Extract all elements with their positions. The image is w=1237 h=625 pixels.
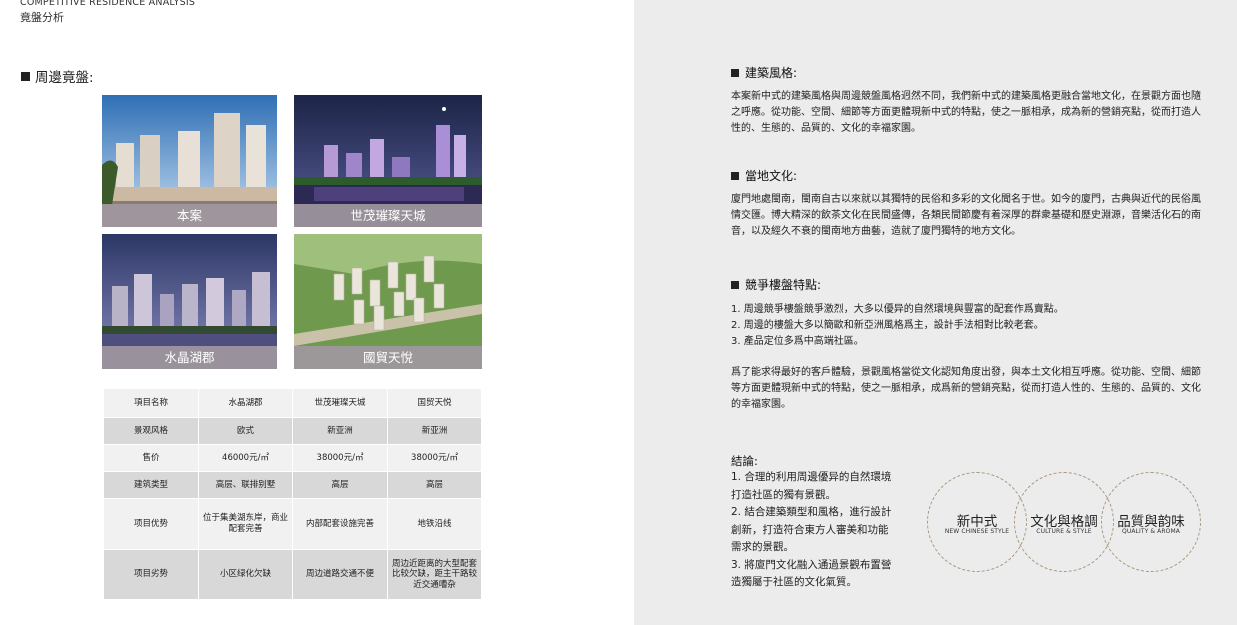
- table-row: 项目劣势 小区绿化欠缺 周边道路交通不便 周边近距离的大型配套比较欠缺，距主干路…: [103, 549, 482, 600]
- table-cell: 项目优势: [103, 498, 199, 550]
- concept-circle-quality-aroma: 品質與韵味 QUALITY & AROMA: [1101, 472, 1201, 572]
- table-header-row: 項目名称 水晶湖郡 世茂璀璨天城 国贸天悦: [103, 388, 482, 418]
- section-title-text: 周邊竟盤:: [35, 70, 94, 86]
- paragraph-architecture-style: 本案新中式的建築風格與周邊競盤風格迥然不同，我們新中式的建築風格更融合當地文化，…: [731, 91, 1201, 134]
- table-row: 项目优势 位于集美湖东岸，商业配套完善 内部配套设施完善 地铁沿线: [103, 498, 482, 550]
- comparison-table: 項目名称 水晶湖郡 世茂璀璨天城 国贸天悦 景观风格 欧式 新亚洲 新亚洲 售价…: [103, 388, 482, 600]
- square-bullet-icon: [731, 171, 739, 180]
- table-header-cell: 国贸天悦: [387, 388, 482, 418]
- list-item: 1. 周邊競爭樓盤競爭激烈，大多以優异的自然環境與豐富的配套作爲賣點。: [731, 304, 1064, 315]
- table-header-cell: 世茂璀璨天城: [292, 388, 388, 418]
- heading-local-culture: 當地文化:: [731, 167, 797, 184]
- table-cell: 小区绿化欠缺: [198, 549, 293, 600]
- table-cell: 售价: [103, 444, 199, 472]
- photo-shimao: 世茂璀璨天城: [294, 95, 482, 227]
- table-cell: 项目劣势: [103, 549, 199, 600]
- table-cell: 高层: [387, 471, 482, 499]
- section-title-competitors: 周邊竟盤:: [21, 66, 94, 86]
- concept-circle-culture-style: 文化與格調 CULTURE & STYLE: [1014, 472, 1114, 572]
- photo-guomao: 國貿天悅: [294, 234, 482, 369]
- table-cell: 地铁沿线: [387, 498, 482, 550]
- table-cell: 38000元/㎡: [292, 444, 388, 472]
- circle-title: 品質與韵味: [1117, 514, 1185, 530]
- heading-text: 當地文化:: [745, 169, 798, 183]
- table-cell: 46000元/㎡: [198, 444, 293, 472]
- table-row: 售价 46000元/㎡ 38000元/㎡ 38000元/㎡: [103, 444, 482, 472]
- table-cell: 周边近距离的大型配套比较欠缺，距主干路较近交通嘈杂: [387, 549, 482, 600]
- circle-subtitle: CULTURE & STYLE: [1036, 528, 1092, 535]
- header-english-title: COMPETITIVE RESIDENCE ANALYSIS: [20, 0, 196, 8]
- circle-subtitle: QUALITY & AROMA: [1122, 528, 1180, 535]
- list-item: 2. 周邊的樓盤大多以簡歐和新亞洲風格爲主，設計手法相對比較老套。: [731, 319, 1044, 331]
- circle-title: 新中式: [956, 514, 998, 530]
- competitor-features-list: 1. 周邊競爭樓盤競爭激烈，大多以優异的自然環境與豐富的配套作爲賣點。 2. 周…: [731, 302, 1207, 349]
- square-bullet-icon: [731, 68, 739, 77]
- square-bullet-icon: [731, 280, 739, 289]
- table-cell: 高层、联排别墅: [198, 471, 293, 499]
- right-page-panel: 建築風格: 本案新中式的建築風格與周邊競盤風格迥然不同，我們新中式的建築風格更融…: [634, 0, 1237, 625]
- paragraph-local-culture: 廈門地處閩南，閩南自古以來就以其獨特的民俗和多彩的文化聞名于世。如今的廈門，古典…: [731, 194, 1201, 237]
- circle-title: 文化與格調: [1030, 514, 1098, 530]
- list-item: 3. 將廈門文化融入通過景觀布置營造獨屬于社區的文化氣質。: [731, 558, 892, 589]
- table-header-cell: 水晶湖郡: [198, 388, 293, 418]
- circle-subtitle: NEW CHINESE STYLE: [944, 528, 1010, 535]
- table-header-cell: 項目名称: [103, 388, 199, 418]
- concept-circle-new-chinese: 新中式 NEW CHINESE STYLE: [927, 472, 1027, 572]
- paragraph-competitor-summary: 爲了能求得最好的客戶體驗，景觀風格當從文化認知角度出發，與本土文化相互呼應。從功…: [731, 367, 1201, 410]
- photo-caption: 國貿天悅: [294, 346, 482, 369]
- table-cell: 38000元/㎡: [387, 444, 482, 472]
- header-chinese-title: 竟盤分析: [20, 11, 64, 24]
- table-cell: 内部配套设施完善: [292, 498, 388, 550]
- heading-competitor-features: 競爭樓盤特點:: [731, 276, 821, 293]
- photo-crystal-lake: 水晶湖郡: [102, 234, 277, 369]
- table-cell: 建筑类型: [103, 471, 199, 499]
- heading-text: 競爭樓盤特點:: [745, 278, 822, 292]
- conclusion-title: 結論:: [731, 454, 758, 468]
- heading-text: 建築風格:: [745, 66, 798, 80]
- list-item: 3. 產品定位多爲中高端社區。: [731, 335, 864, 347]
- table-cell: 高层: [292, 471, 388, 499]
- heading-architecture-style: 建築風格:: [731, 64, 797, 81]
- list-item: 2. 結合建築類型和風格，進行設計創新，打造符合東方人審美和功能需求的景觀。: [731, 506, 892, 553]
- table-cell: 新亚洲: [387, 417, 482, 445]
- table-cell: 景观风格: [103, 417, 199, 445]
- table-cell: 新亚洲: [292, 417, 388, 445]
- photo-project: 本案: [102, 95, 277, 227]
- photo-caption: 世茂璀璨天城: [294, 204, 482, 227]
- photo-caption: 水晶湖郡: [102, 346, 277, 369]
- conclusion-list: 1. 合理的利用周邊優异的自然環境打造社區的獨有景觀。 2. 結合建築類型和風格…: [731, 469, 893, 592]
- table-row: 建筑类型 高层、联排别墅 高层 高层: [103, 471, 482, 499]
- square-bullet-icon: [21, 71, 30, 81]
- list-item: 1. 合理的利用周邊優异的自然環境打造社區的獨有景觀。: [731, 471, 892, 501]
- table-row: 景观风格 欧式 新亚洲 新亚洲: [103, 417, 482, 445]
- photo-caption: 本案: [102, 204, 277, 227]
- table-cell: 周边道路交通不便: [292, 549, 388, 600]
- table-cell: 欧式: [198, 417, 293, 445]
- table-cell: 位于集美湖东岸，商业配套完善: [198, 498, 293, 550]
